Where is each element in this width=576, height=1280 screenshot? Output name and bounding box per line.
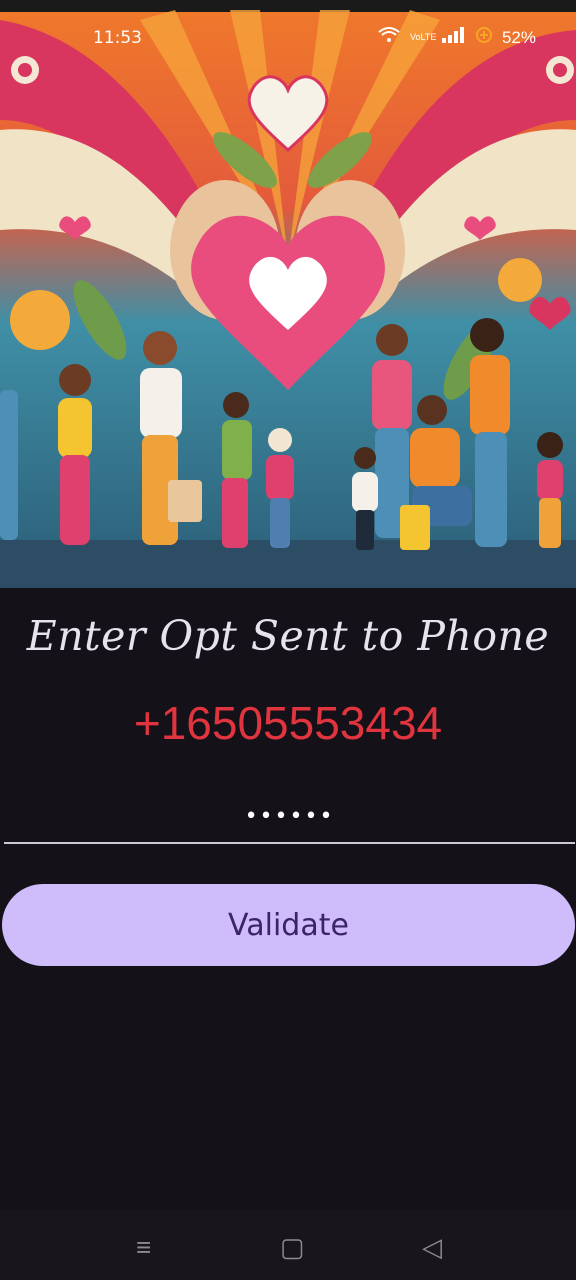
otp-title: Enter Opt Sent to Phone	[26, 612, 550, 660]
back-icon[interactable]: ◁	[422, 1232, 442, 1263]
phone-number: +16505553434	[133, 697, 443, 749]
system-nav-bar: ≡ ▢ ◁	[0, 1210, 576, 1280]
signal-icon	[441, 27, 466, 48]
battery-saver-icon	[475, 27, 492, 48]
status-bar: 11:53 VoLTE 52%	[0, 0, 576, 48]
hero-illustration	[0, 0, 576, 588]
volte-icon: VoLTE	[409, 32, 437, 42]
battery-percent: 52%	[501, 27, 536, 47]
validate-button[interactable]: Validate	[2, 884, 575, 966]
status-icons: VoLTE 52%	[378, 27, 536, 48]
otp-input[interactable]	[4, 790, 575, 844]
recent-apps-icon[interactable]: ≡	[136, 1232, 151, 1263]
home-icon[interactable]: ▢	[280, 1232, 305, 1263]
status-time: 11:53	[93, 28, 142, 48]
wifi-icon	[378, 27, 400, 48]
